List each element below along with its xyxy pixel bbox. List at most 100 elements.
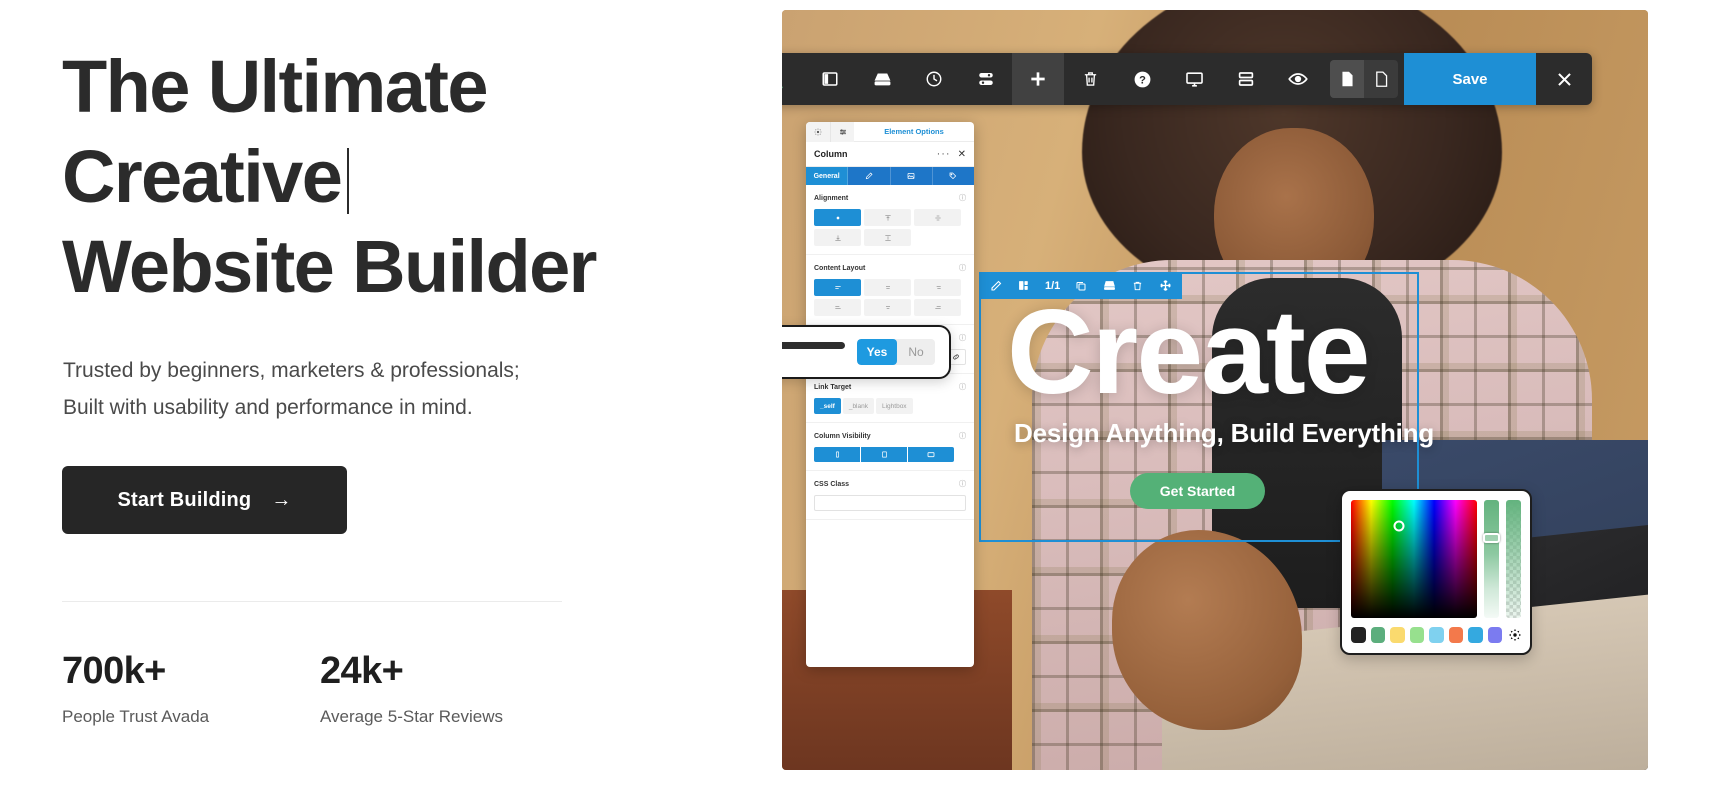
visibility-desktop-icon[interactable] [908, 447, 954, 462]
toggle-no-button[interactable]: No [897, 339, 935, 365]
page-title: The Ultimate Creative Website Builder [62, 42, 722, 312]
close-icon[interactable] [1536, 53, 1592, 105]
help-circle-icon[interactable]: ⓘ [959, 333, 966, 343]
element-options-panel[interactable]: Element Options Column ··· ✕ General Ali… [806, 122, 974, 667]
save-element-icon[interactable] [1096, 272, 1122, 299]
swatch-blue[interactable] [1468, 626, 1483, 643]
swatch-purple[interactable] [1487, 626, 1502, 643]
saturation-value-area[interactable] [1351, 500, 1477, 618]
page-options-icon[interactable] [960, 53, 1012, 105]
gear-icon[interactable] [806, 122, 830, 142]
clone-icon[interactable] [1068, 272, 1094, 299]
hue-slider-handle[interactable] [1483, 533, 1500, 544]
align-bottom-button[interactable] [814, 229, 861, 246]
builder-top-toolbar[interactable]: ? Save [782, 53, 1592, 105]
stat-value: 24k+ [320, 650, 404, 692]
align-middle-button[interactable] [914, 209, 961, 226]
sliders-icon[interactable] [830, 122, 854, 142]
align-stretch-button[interactable] [864, 229, 911, 246]
color-cursor[interactable] [1393, 520, 1405, 532]
swatch-dark[interactable] [1351, 626, 1366, 643]
page-filled-icon[interactable] [1330, 60, 1364, 98]
visibility-mobile-icon[interactable] [814, 447, 860, 462]
editor-mode-toggle[interactable] [1330, 60, 1398, 98]
help-circle-icon[interactable]: ⓘ [959, 382, 966, 392]
stats-row: 700k+ People Trust Avada 24k+ Average 5-… [62, 648, 520, 728]
toggle-yes-button[interactable]: Yes [857, 339, 897, 365]
link-target-self[interactable]: _self [814, 398, 841, 414]
edit-pencil-icon[interactable] [983, 272, 1009, 299]
delete-icon[interactable] [1124, 272, 1150, 299]
arrow-right-icon: → [271, 488, 292, 511]
responsive-monitor-icon[interactable] [1168, 53, 1220, 105]
link-target-blank[interactable]: _blank [842, 398, 874, 414]
page-outline-icon[interactable] [1364, 60, 1398, 98]
layout-option-2[interactable] [864, 279, 911, 296]
layout-option-1[interactable] [814, 279, 861, 296]
tab-design-brush[interactable] [848, 167, 891, 185]
link-target-label-row: Link Target ⓘ [814, 382, 966, 392]
visibility-tablet-icon[interactable] [861, 447, 907, 462]
color-picker-top [1351, 500, 1521, 618]
alignment-label-row: Alignment ⓘ [814, 193, 966, 203]
color-swatches[interactable] [1351, 625, 1521, 644]
subtitle-line-1: Trusted by beginners, marketers & profes… [63, 359, 520, 382]
layout-rows-icon[interactable] [1220, 53, 1272, 105]
help-circle-icon[interactable]: ⓘ [959, 193, 966, 203]
more-options-icon[interactable]: ··· [937, 148, 951, 160]
content-layout-label-row: Content Layout ⓘ [814, 263, 966, 273]
swatch-light-blue[interactable] [1429, 626, 1444, 643]
preview-eye-icon[interactable] [1272, 53, 1324, 105]
link-target-lightbox[interactable]: Lightbox [875, 398, 913, 414]
sidebar-panel-icon[interactable] [804, 53, 856, 105]
swatch-light-green[interactable] [1409, 626, 1424, 643]
panel-close-icon[interactable]: ✕ [958, 149, 966, 160]
headline-line-1: The Ultimate [62, 45, 488, 128]
help-circle-icon[interactable]: ⓘ [959, 431, 966, 441]
stat-label: Average 5-Star Reviews [320, 707, 503, 726]
section-css-class: CSS Class ⓘ [806, 471, 974, 520]
alpha-slider[interactable] [1506, 500, 1521, 618]
add-element-icon[interactable] [1012, 53, 1064, 105]
align-top-button[interactable] [864, 209, 911, 226]
swatch-green[interactable] [1370, 626, 1385, 643]
link-target-options[interactable]: _self _blank Lightbox [814, 398, 966, 414]
help-icon[interactable]: ? [1116, 53, 1168, 105]
layout-option-6[interactable] [914, 299, 961, 316]
css-class-input[interactable] [814, 495, 966, 511]
help-circle-icon[interactable]: ⓘ [959, 479, 966, 489]
add-column-icon[interactable] [1011, 272, 1037, 299]
layout-option-3[interactable] [914, 279, 961, 296]
tab-background-image[interactable] [891, 167, 933, 185]
hue-slider[interactable] [1483, 500, 1500, 618]
tab-extras-tag[interactable] [933, 167, 974, 185]
element-toolbar[interactable]: 1/1 [979, 272, 1183, 299]
alignment-options[interactable] [814, 209, 966, 246]
section-column-visibility: Column Visibility ⓘ [806, 423, 974, 471]
help-circle-icon[interactable]: ⓘ [959, 263, 966, 273]
start-building-label: Start Building [117, 488, 252, 511]
swatch-yellow[interactable] [1390, 626, 1405, 643]
align-center-button[interactable] [814, 209, 861, 226]
tab-general[interactable]: General [806, 167, 849, 185]
stat-label: People Trust Avada [62, 707, 210, 726]
layout-option-4[interactable] [814, 299, 861, 316]
color-picker[interactable] [1340, 489, 1532, 655]
headline-line-2: Creative [62, 135, 343, 218]
move-icon[interactable] [1152, 272, 1178, 299]
trash-icon[interactable] [1064, 53, 1116, 105]
layout-option-5[interactable] [864, 299, 911, 316]
settings-gear-icon[interactable] [1509, 628, 1521, 641]
start-building-button[interactable]: Start Building → [62, 466, 347, 534]
placeholder-bar-primary [782, 341, 845, 349]
avada-logo-icon[interactable] [782, 53, 804, 105]
option-toggle-card[interactable]: Yes No [782, 325, 951, 379]
save-button[interactable]: Save [1404, 53, 1536, 105]
yes-no-toggle[interactable]: Yes No [857, 339, 935, 365]
swatch-orange[interactable] [1448, 626, 1463, 643]
save-library-icon[interactable] [856, 53, 908, 105]
history-clock-icon[interactable] [908, 53, 960, 105]
column-visibility-options[interactable] [814, 447, 966, 462]
element-options-tabs[interactable]: General [806, 167, 974, 185]
content-layout-options[interactable] [814, 279, 966, 316]
